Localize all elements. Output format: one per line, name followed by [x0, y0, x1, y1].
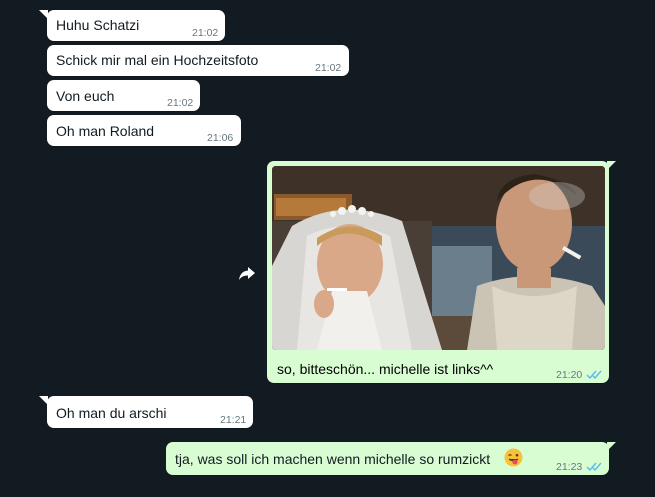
message-time: 21:02: [167, 97, 194, 109]
message-time: 21:20: [556, 369, 583, 381]
message-bubble-incoming[interactable]: Huhu Schatzi 21:02: [47, 10, 225, 41]
message-time: 21:02: [315, 62, 342, 74]
message-text: Von euch: [56, 88, 115, 104]
message-text: Oh man Roland: [56, 123, 155, 139]
message-time: 21:06: [207, 132, 234, 144]
message-bubble-incoming[interactable]: Oh man du arschi 21:21: [47, 396, 253, 428]
forward-icon[interactable]: [236, 262, 258, 284]
winking-face-with-tongue-icon: [504, 448, 523, 470]
message-bubble-incoming[interactable]: Von euch 21:02: [47, 80, 200, 111]
message-text: Oh man du arschi: [56, 405, 167, 421]
message-time: 21:21: [220, 414, 247, 426]
message-text: Schick mir mal ein Hochzeitsfoto: [56, 52, 259, 68]
image-caption: so, bitteschön... michelle ist links^^: [277, 361, 494, 377]
wedding-photo-image: [272, 166, 605, 350]
double-check-icon: [586, 367, 602, 385]
wedding-photo[interactable]: [272, 166, 605, 350]
message-time: 21:02: [192, 27, 219, 39]
message-bubble-outgoing[interactable]: tja, was soll ich machen wenn michelle s…: [166, 442, 609, 475]
message-text: tja, was soll ich machen wenn michelle s…: [175, 451, 491, 467]
message-time: 21:23: [556, 461, 583, 473]
message-text: Huhu Schatzi: [56, 17, 140, 33]
message-bubble-incoming[interactable]: Schick mir mal ein Hochzeitsfoto 21:02: [47, 45, 349, 76]
double-check-icon: [586, 459, 602, 475]
message-bubble-incoming[interactable]: Oh man Roland 21:06: [47, 115, 241, 146]
